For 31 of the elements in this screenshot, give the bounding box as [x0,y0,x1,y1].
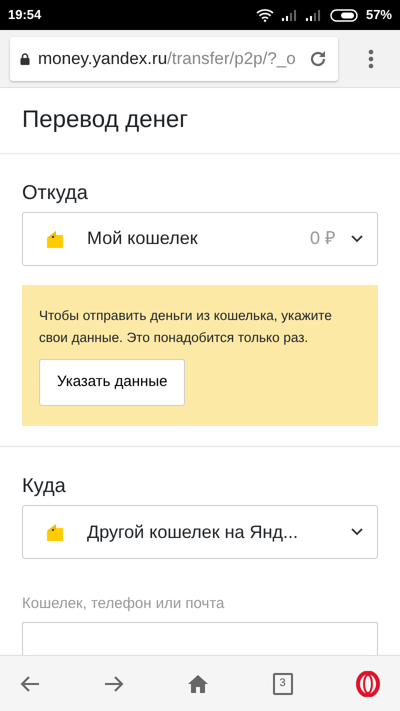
battery-icon [330,8,358,22]
signal-icon [306,9,322,21]
wallet-icon [47,230,63,248]
more-options-icon[interactable] [368,48,374,68]
address-field[interactable]: money.yandex.ru/transfer/p2p/?_o [10,36,338,80]
field-label: Кошелек, телефон или почта [22,594,226,614]
tabs-button[interactable]: 3 [272,672,292,694]
wallet-select[interactable]: Мой кошелек 0 ₽ [22,212,378,266]
opera-logo-icon[interactable] [356,670,380,696]
clock-time: 19:54 [8,6,42,24]
back-arrow-icon[interactable] [20,674,40,692]
signal-icon [282,9,298,21]
forward-arrow-icon[interactable] [104,674,124,692]
wifi-icon [256,8,274,22]
section-label: Куда [22,474,67,500]
page-title: Перевод денег [0,88,400,154]
enter-details-button[interactable]: Указать данные [39,359,186,406]
wallet-icon [47,523,63,542]
notice-text: Чтобы отправить деньги из кошелька, укажите свои данные. Это понадобится только раз. [39,306,333,348]
wallet-name: Мой кошелек [87,227,199,250]
wallet-name: Другой кошелек на Янд... [87,520,299,544]
chevron-down-icon [351,234,363,243]
page-url: money.yandex.ru/transfer/p2p/?_o [38,48,297,70]
home-icon[interactable] [187,674,209,694]
section-label: Откуда [22,180,89,206]
battery-percent: 57% [366,6,392,24]
chevron-down-icon [351,528,363,536]
reload-icon[interactable] [308,48,328,68]
wallet-select[interactable]: Другой кошелек на Янд... [22,505,378,560]
lock-icon [20,52,30,64]
wallet-balance: 0 ₽ [310,227,335,250]
